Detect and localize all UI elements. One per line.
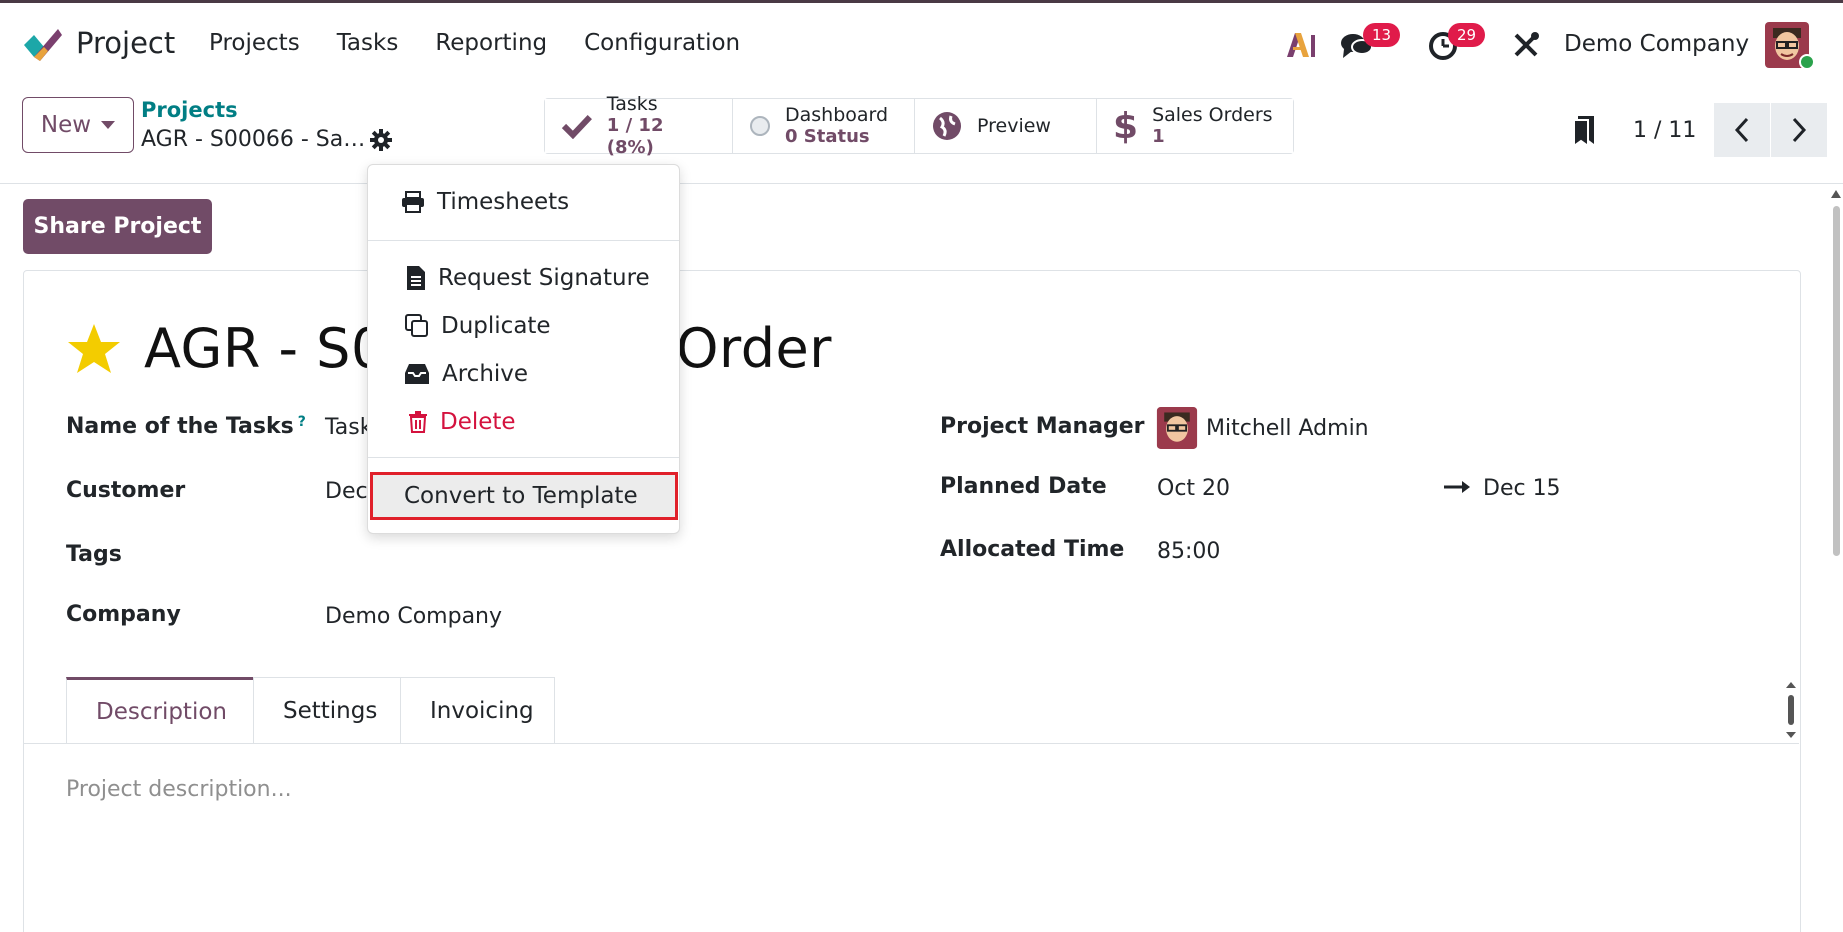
- bookmark-icon[interactable]: [1572, 114, 1598, 146]
- planned-date-start[interactable]: Oct 20: [1157, 476, 1230, 501]
- menu-configuration[interactable]: Configuration: [584, 30, 740, 56]
- dashboard-title: Dashboard: [785, 104, 889, 126]
- project-manager-label: Project Manager: [940, 414, 1145, 439]
- notebook-tabs: Description Settings Invoicing: [66, 677, 555, 744]
- chevron-left-icon: [1735, 117, 1749, 143]
- breadcrumb-projects[interactable]: Projects: [141, 98, 238, 122]
- description-editor[interactable]: Project description...: [66, 777, 292, 802]
- caret-down-icon: [101, 121, 116, 129]
- request-signature-label: Request Signature: [438, 265, 650, 291]
- tasks-title: Tasks: [606, 93, 658, 115]
- menu-reporting[interactable]: Reporting: [435, 30, 547, 56]
- customer-value[interactable]: Dec: [325, 479, 368, 504]
- name-of-tasks-label: Name of the Tasks?: [66, 414, 306, 439]
- tab-description[interactable]: Description: [66, 677, 254, 744]
- tab-settings[interactable]: Settings: [253, 677, 401, 743]
- tab-divider: [24, 743, 1799, 744]
- main-menu: Projects Tasks Reporting Configuration: [209, 30, 740, 56]
- planned-date-label: Planned Date: [940, 474, 1107, 499]
- breadcrumb-current: AGR - S00066 - Sa…: [141, 127, 366, 152]
- manager-avatar: [1156, 407, 1198, 449]
- dropdown-divider: [368, 240, 679, 241]
- sales-orders-value: 1: [1152, 126, 1165, 147]
- dashboard-value: 0 Status: [785, 126, 870, 147]
- customer-label: Customer: [66, 478, 186, 503]
- tools-icon[interactable]: [1512, 31, 1540, 59]
- project-manager-value[interactable]: Mitchell Admin: [1206, 416, 1369, 441]
- trash-icon: [409, 411, 427, 433]
- name-of-tasks-label-text: Name of the Tasks: [66, 414, 294, 439]
- dropdown-divider-2: [368, 457, 679, 458]
- printer-icon: [402, 191, 424, 213]
- dollar-icon: $: [1113, 105, 1139, 147]
- menu-item-request-signature[interactable]: Request Signature: [368, 265, 679, 291]
- globe-icon: [933, 112, 961, 140]
- activities-badge: 29: [1448, 23, 1486, 47]
- gear-icon[interactable]: [370, 129, 392, 151]
- convert-to-template-item[interactable]: Convert to Template: [370, 472, 678, 520]
- menu-item-duplicate[interactable]: Duplicate: [368, 313, 679, 339]
- share-project-button[interactable]: Share Project: [23, 199, 212, 254]
- pager-value[interactable]: 1 / 11: [1633, 118, 1696, 143]
- dashboard-smart-button[interactable]: Dashboard 0 Status: [733, 99, 915, 153]
- messages-badge: 13: [1363, 23, 1401, 47]
- smart-button-box: Tasks 1 / 12 (8%) Dashboard 0 Status Pre…: [544, 93, 1294, 158]
- name-of-tasks-value[interactable]: Task: [325, 415, 372, 440]
- planned-date-end[interactable]: Dec 15: [1483, 476, 1561, 501]
- gear-actions-dropdown: Timesheets Request Signature Duplicate A…: [367, 164, 680, 534]
- help-tooltip-icon[interactable]: ?: [298, 414, 306, 430]
- new-button[interactable]: New: [22, 97, 134, 153]
- menu-projects[interactable]: Projects: [209, 30, 300, 56]
- allocated-time-value[interactable]: 85:00: [1157, 539, 1220, 564]
- allocated-time-label: Allocated Time: [940, 537, 1125, 562]
- chevron-right-icon: [1793, 117, 1807, 143]
- tags-label: Tags: [66, 542, 122, 567]
- sales-orders-title: Sales Orders: [1152, 104, 1273, 126]
- scroll-up-arrow-icon: [1831, 190, 1841, 198]
- user-avatar[interactable]: [1765, 22, 1815, 70]
- company-value[interactable]: Demo Company: [325, 604, 502, 629]
- tabs-scrollbar[interactable]: [1785, 680, 1797, 740]
- tasks-smart-button[interactable]: Tasks 1 / 12 (8%): [545, 93, 733, 158]
- company-switcher[interactable]: Demo Company: [1564, 31, 1749, 57]
- company-label: Company: [66, 602, 181, 627]
- document-icon: [407, 266, 425, 290]
- form-sheet: AGR - S00 Order Name of the Tasks? Task …: [23, 270, 1801, 932]
- delete-label: Delete: [440, 409, 516, 435]
- check-icon: [561, 115, 592, 139]
- ai-icon[interactable]: [1285, 31, 1317, 59]
- pager-previous-button[interactable]: [1714, 103, 1771, 157]
- timesheets-label: Timesheets: [437, 189, 570, 215]
- menu-tasks[interactable]: Tasks: [337, 30, 399, 56]
- scrollbar-thumb[interactable]: [1833, 206, 1840, 556]
- app-title: Project: [76, 26, 176, 60]
- new-button-label: New: [40, 112, 92, 138]
- archive-label: Archive: [442, 361, 529, 387]
- star-favorite-icon[interactable]: [66, 322, 122, 376]
- project-title-visible-end[interactable]: Order: [676, 317, 832, 380]
- app-brand[interactable]: Project: [22, 25, 175, 61]
- preview-title: Preview: [977, 115, 1051, 137]
- top-navbar: Project Projects Tasks Reporting Configu…: [0, 0, 1843, 86]
- preview-smart-button[interactable]: Preview: [915, 99, 1097, 153]
- menu-item-delete[interactable]: Delete: [368, 409, 679, 435]
- project-app-icon: [24, 29, 62, 61]
- pager: 1 / 11: [1572, 103, 1828, 157]
- online-status-dot: [1799, 54, 1815, 70]
- tab-invoicing[interactable]: Invoicing: [400, 677, 555, 743]
- page-scrollbar[interactable]: [1828, 186, 1843, 932]
- copy-icon: [405, 314, 428, 337]
- control-panel: New Projects AGR - S00066 - Sa… Tasks 1 …: [0, 86, 1843, 184]
- tasks-value: 1 / 12 (8%): [606, 115, 664, 158]
- menu-item-timesheets[interactable]: Timesheets: [368, 189, 679, 215]
- duplicate-label: Duplicate: [441, 313, 551, 339]
- inbox-archive-icon: [405, 364, 429, 384]
- arrow-right-icon: [1444, 481, 1470, 493]
- menu-item-archive[interactable]: Archive: [368, 361, 679, 387]
- pager-next-button[interactable]: [1771, 103, 1828, 157]
- status-circle-icon: [750, 116, 770, 136]
- sales-orders-smart-button[interactable]: $ Sales Orders 1: [1097, 99, 1293, 153]
